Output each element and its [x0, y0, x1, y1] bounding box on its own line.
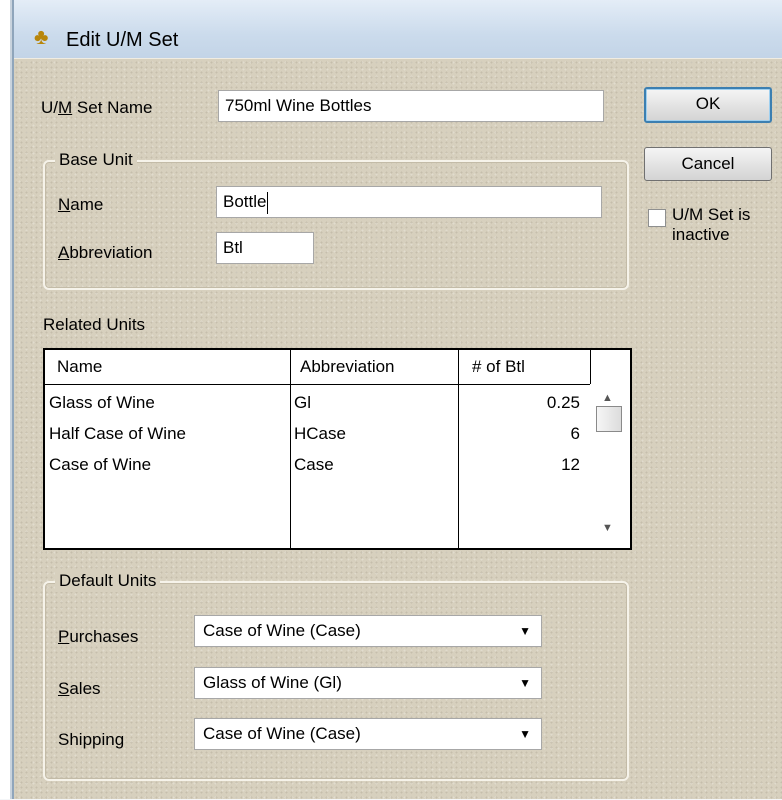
unit-abbreviation-cell[interactable]: HCase: [294, 423, 346, 445]
unit-abbreviation-cell[interactable]: Gl: [294, 392, 311, 414]
um-set-name-input[interactable]: 750ml Wine Bottles: [218, 90, 604, 122]
unit-name-cell[interactable]: Half Case of Wine: [49, 423, 186, 445]
inactive-label-line2: inactive: [672, 225, 730, 244]
purchases-dropdown[interactable]: Case of Wine (Case) ▼: [194, 615, 542, 647]
chevron-down-icon[interactable]: ▼: [519, 719, 531, 749]
shipping-dropdown[interactable]: Case of Wine (Case) ▼: [194, 718, 542, 750]
ok-button[interactable]: OK: [644, 87, 772, 123]
chevron-down-icon[interactable]: ▼: [519, 668, 531, 698]
text-caret: [267, 191, 269, 214]
background-rail: [0, 0, 12, 799]
title-bar[interactable]: ♣ Edit U/M Set: [14, 0, 782, 59]
sales-dropdown[interactable]: Glass of Wine (Gl) ▼: [194, 667, 542, 699]
sales-value: Glass of Wine (Gl): [203, 673, 342, 692]
scroll-thumb[interactable]: [596, 406, 622, 432]
unit-qty-cell[interactable]: 12: [561, 454, 580, 476]
related-units-table: Name Abbreviation # of Btl Glass of Wine…: [43, 348, 632, 550]
cancel-button[interactable]: Cancel: [644, 147, 772, 181]
purchases-label: Purchases: [58, 627, 139, 646]
sales-label: Sales: [58, 679, 101, 698]
column-header-qty[interactable]: # of Btl: [472, 356, 525, 378]
inactive-label-line1: U/M Set is: [672, 205, 751, 224]
base-unit-abbreviation-label: Abbreviation: [58, 243, 153, 262]
base-unit-legend: Base Unit: [55, 149, 137, 171]
base-unit-group: [43, 160, 629, 290]
unit-qty-cell[interactable]: 6: [571, 423, 580, 445]
column-header-name[interactable]: Name: [57, 356, 102, 378]
um-set-name-label: U/M Set Name: [41, 98, 153, 117]
dialog-body: U/M Set Name 750ml Wine Bottles Base Uni…: [14, 58, 782, 800]
scroll-down-icon[interactable]: ▼: [602, 522, 613, 534]
units-icon: ♣: [34, 24, 49, 49]
base-unit-name-input[interactable]: Bottle: [216, 186, 602, 218]
unit-abbreviation-cell[interactable]: Case: [294, 454, 334, 476]
shipping-label: Shipping: [58, 730, 125, 749]
unit-name-cell[interactable]: Glass of Wine: [49, 392, 155, 414]
chevron-down-icon[interactable]: ▼: [519, 616, 531, 646]
unit-name-cell[interactable]: Case of Wine: [49, 454, 151, 476]
unit-qty-cell[interactable]: 0.25: [547, 392, 580, 414]
window-title: Edit U/M Set: [66, 29, 179, 51]
base-unit-abbreviation-input[interactable]: Btl: [216, 232, 314, 264]
vertical-scrollbar[interactable]: ▲ ▼: [590, 384, 630, 548]
column-header-abbreviation[interactable]: Abbreviation: [300, 356, 395, 378]
scroll-up-icon[interactable]: ▲: [602, 392, 613, 404]
inactive-checkbox[interactable]: [648, 209, 666, 227]
shipping-value: Case of Wine (Case): [203, 724, 361, 743]
column-divider: [458, 350, 459, 548]
table-header: Name Abbreviation # of Btl: [45, 350, 630, 385]
base-unit-name-label: Name: [58, 195, 104, 214]
edit-um-set-dialog: ♣ Edit U/M Set U/M Set Name 750ml Wine B…: [12, 0, 782, 799]
related-units-label: Related Units: [43, 315, 146, 334]
default-units-legend: Default Units: [55, 570, 161, 592]
column-divider: [290, 350, 291, 548]
purchases-value: Case of Wine (Case): [203, 621, 361, 640]
